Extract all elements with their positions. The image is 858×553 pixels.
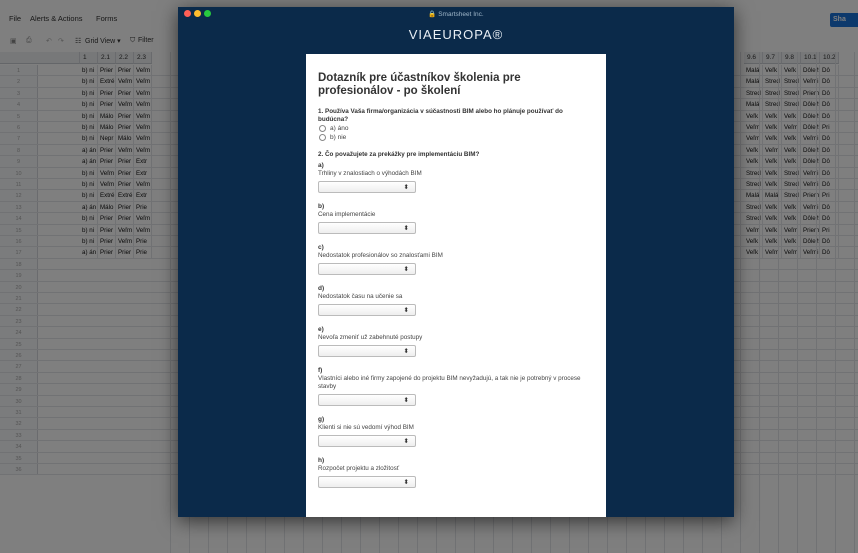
question-2: 2. Čo považujete za prekážky pre impleme…	[318, 151, 480, 158]
minimize-icon[interactable]	[194, 10, 201, 17]
select-arrow-icon: ⬍	[403, 348, 409, 355]
q2-item-letter: a)	[318, 162, 324, 169]
select-arrow-icon: ⬍	[403, 479, 409, 486]
q2-item-text: Rozpočet projektu a zložitosť	[318, 465, 400, 472]
q2-item-text: Vlastníci alebo iné firmy zapojené do pr…	[318, 375, 581, 390]
radio-icon[interactable]	[319, 134, 326, 141]
q2-item-letter: h)	[318, 457, 325, 464]
rating-select[interactable]: ⬍	[318, 181, 416, 193]
q2-item-text: Trhliny v znalostiach o výhodách BIM	[318, 170, 422, 177]
q2-item-letter: e)	[318, 326, 324, 333]
rating-select[interactable]: ⬍	[318, 476, 416, 488]
viaeuropa-logo: VIAEUROPA®	[408, 27, 504, 42]
maximize-icon[interactable]	[204, 10, 211, 17]
q2-item-text: Nedostatok profesionálov so znalosťami B…	[318, 252, 443, 259]
q2-item: b) Cena implementácie ⬍	[318, 203, 593, 234]
q2-item-text: Cena implementácie	[318, 211, 376, 218]
q2-item-text: Nevoľa zmeniť už zabehnuté postupy	[318, 334, 423, 341]
q2-item: a) Trhliny v znalostiach o výhodách BIM ⬍	[318, 162, 593, 193]
q2-item-letter: f)	[318, 367, 323, 374]
form-preview-window: 🔒 Smartsheet Inc. VIAEUROPA® Dotazník pr…	[178, 7, 734, 517]
q2-item: c) Nedostatok profesionálov so znalosťami…	[318, 244, 593, 275]
rating-select[interactable]: ⬍	[318, 345, 416, 357]
q2-item-letter: g)	[318, 416, 325, 423]
q2-item: d) Nedostatok času na učenie sa ⬍	[318, 285, 593, 316]
survey-form: Dotazník pre účastníkov školenia pre pro…	[306, 54, 606, 517]
select-arrow-icon: ⬍	[403, 266, 409, 273]
rating-select[interactable]: ⬍	[318, 222, 416, 234]
q2-item-text: Nedostatok času na učenie sa	[318, 293, 403, 300]
rating-select[interactable]: ⬍	[318, 394, 416, 406]
q2-item: g) Klienti si nie sú vedomí výhod BIM ⬍	[318, 416, 593, 447]
q2-items: a) Trhliny v znalostiach o výhodách BIM ⬍ b…	[318, 162, 593, 488]
q2-item: f) Vlastníci alebo iné firmy zapojené do …	[318, 367, 593, 406]
window-title: Smartsheet Inc.	[438, 11, 484, 18]
q2-item: e) Nevoľa zmeniť už zabehnuté postupy ⬍	[318, 326, 593, 357]
select-arrow-icon: ⬍	[403, 225, 409, 232]
q2-item-letter: c)	[318, 244, 324, 251]
window-titlebar: 🔒 Smartsheet Inc.	[178, 7, 734, 21]
select-arrow-icon: ⬍	[403, 307, 409, 314]
rating-select[interactable]: ⬍	[318, 304, 416, 316]
rating-select[interactable]: ⬍	[318, 263, 416, 275]
q2-item-letter: b)	[318, 203, 325, 210]
rating-select[interactable]: ⬍	[318, 435, 416, 447]
question-1: 1. Používa Vaša firma/organizácia v súča…	[318, 108, 563, 123]
q1-option-no[interactable]: b) nie	[319, 133, 593, 142]
select-arrow-icon: ⬍	[403, 397, 409, 404]
radio-icon[interactable]	[319, 125, 326, 132]
q2-item-letter: d)	[318, 285, 325, 292]
q2-item-text: Klienti si nie sú vedomí výhod BIM	[318, 424, 414, 431]
form-title: Dotazník pre účastníkov školenia pre pro…	[318, 72, 521, 97]
select-arrow-icon: ⬍	[403, 184, 409, 191]
close-icon[interactable]	[184, 10, 191, 17]
q1-option-yes[interactable]: a) áno	[319, 124, 593, 133]
q2-item: h) Rozpočet projektu a zložitosť ⬍	[318, 457, 593, 488]
select-arrow-icon: ⬍	[403, 438, 409, 445]
lock-icon: 🔒	[428, 11, 437, 18]
